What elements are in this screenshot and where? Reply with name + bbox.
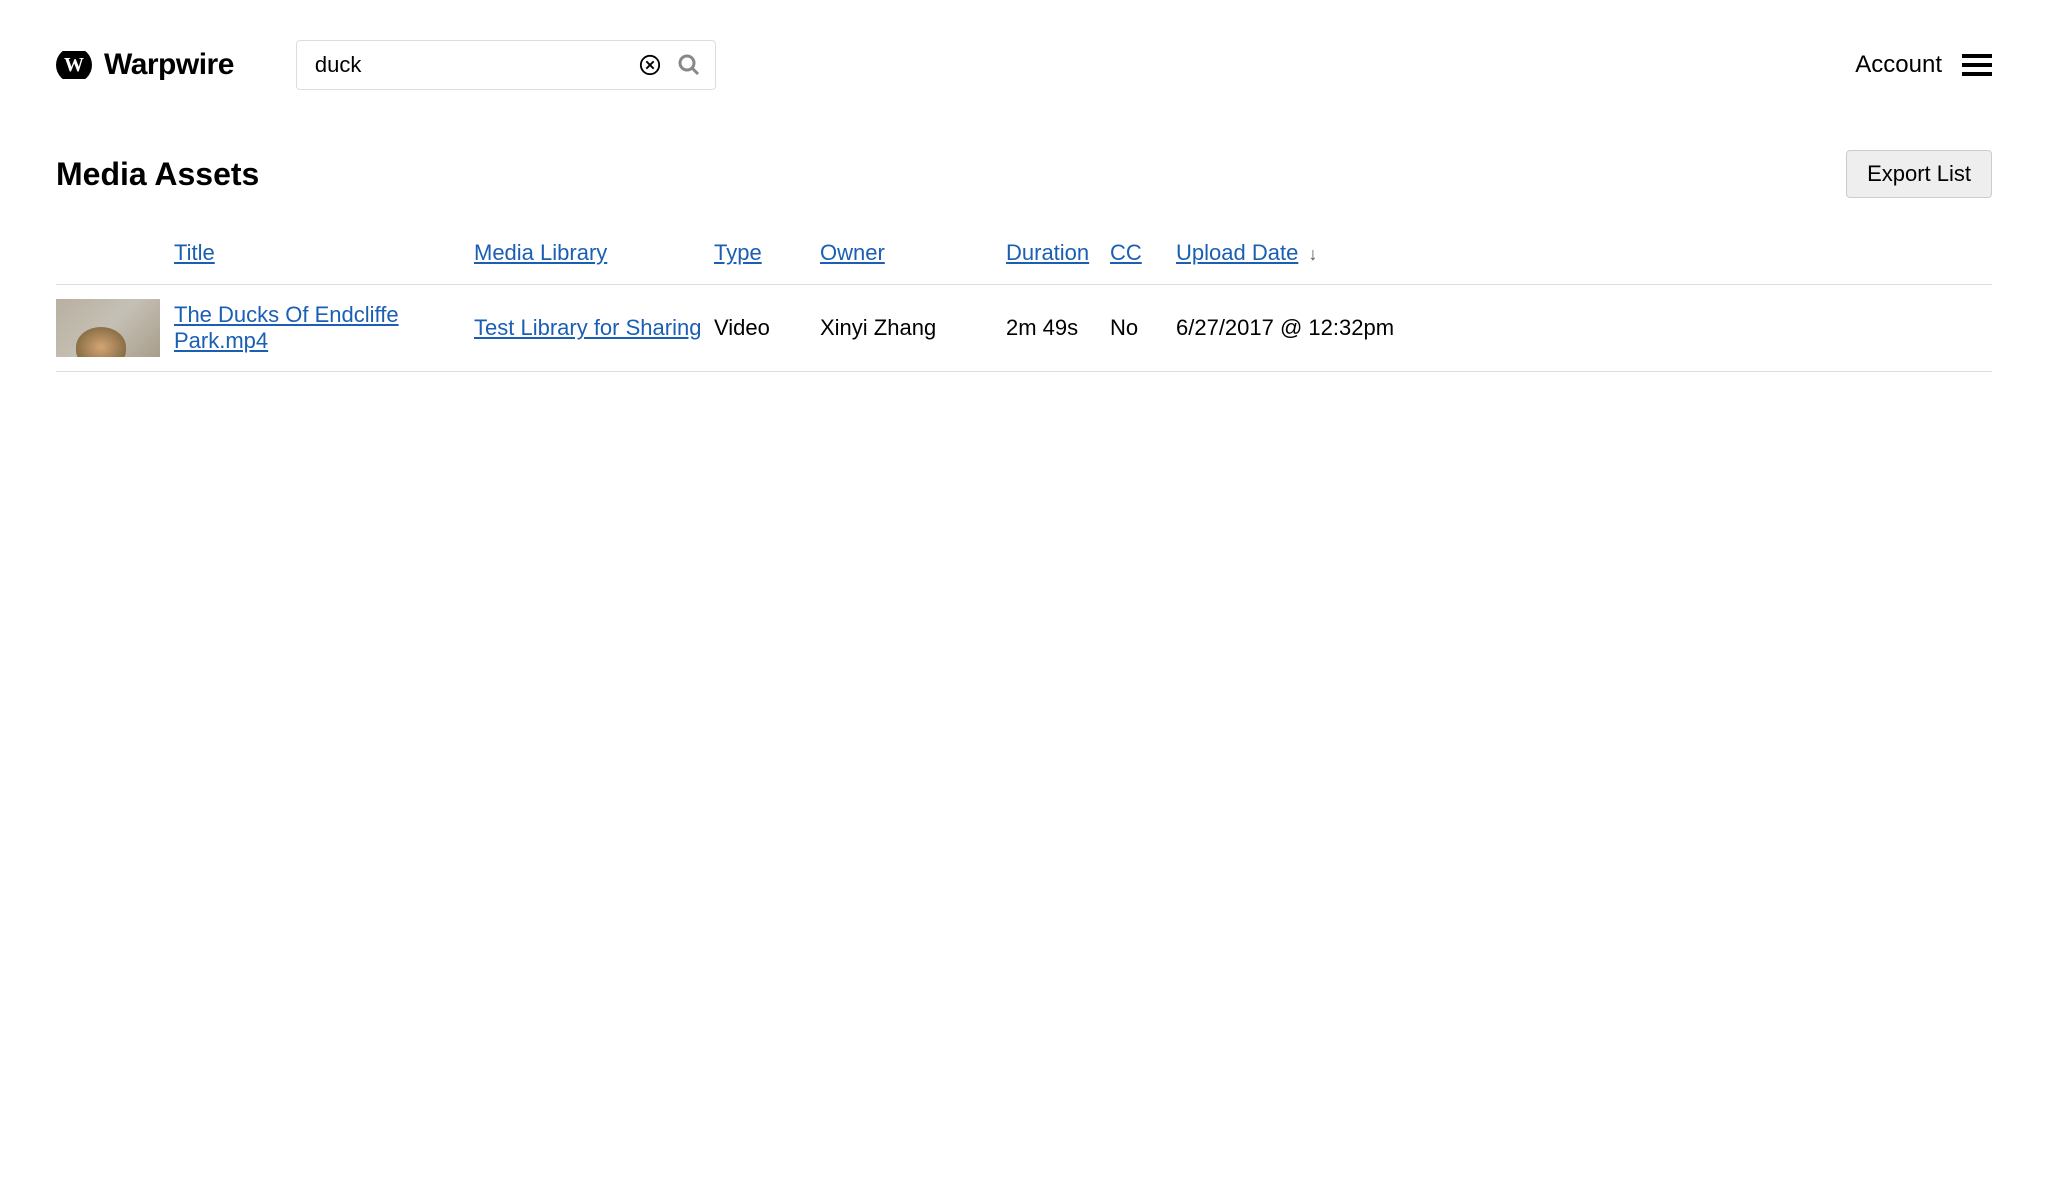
main-content: Media Assets Export List Title Media Lib…	[0, 100, 2048, 372]
media-owner: Xinyi Zhang	[820, 285, 1006, 372]
media-cc: No	[1110, 285, 1176, 372]
page-title: Media Assets	[56, 156, 259, 193]
search-box	[296, 40, 716, 90]
clear-search-icon[interactable]	[639, 54, 661, 76]
col-header-duration[interactable]: Duration	[1006, 240, 1089, 265]
sort-descending-icon: ↓	[1308, 244, 1317, 264]
col-header-title[interactable]: Title	[174, 240, 215, 265]
media-upload-date: 6/27/2017 @ 12:32pm	[1176, 285, 1992, 372]
brand-name: Warpwire	[104, 48, 234, 82]
search-input[interactable]	[315, 52, 639, 78]
media-library-link[interactable]: Test Library for Sharing	[474, 315, 701, 340]
media-title-link[interactable]: The Ducks Of Endcliffe Park.mp4	[174, 302, 399, 353]
table-row: The Ducks Of Endcliffe Park.mp4 Test Lib…	[56, 285, 1992, 372]
table-header-row: Title Media Library Type Owner Duration …	[56, 228, 1992, 285]
account-link[interactable]: Account	[1855, 51, 1942, 79]
brand-logo[interactable]: W Warpwire	[56, 47, 234, 83]
media-assets-table: Title Media Library Type Owner Duration …	[56, 228, 1992, 372]
media-type: Video	[714, 285, 820, 372]
media-thumbnail[interactable]	[56, 299, 160, 357]
col-header-owner[interactable]: Owner	[820, 240, 885, 265]
col-header-upload-date[interactable]: Upload Date	[1176, 240, 1298, 265]
col-header-type[interactable]: Type	[714, 240, 762, 265]
col-header-cc[interactable]: CC	[1110, 240, 1142, 265]
media-duration: 2m 49s	[1006, 285, 1110, 372]
menu-icon[interactable]	[1962, 54, 1992, 76]
export-list-button[interactable]: Export List	[1846, 150, 1992, 198]
col-header-library[interactable]: Media Library	[474, 240, 607, 265]
logo-icon: W	[56, 47, 92, 83]
search-icon[interactable]	[677, 53, 701, 77]
app-header: W Warpwire Account	[0, 0, 2048, 100]
